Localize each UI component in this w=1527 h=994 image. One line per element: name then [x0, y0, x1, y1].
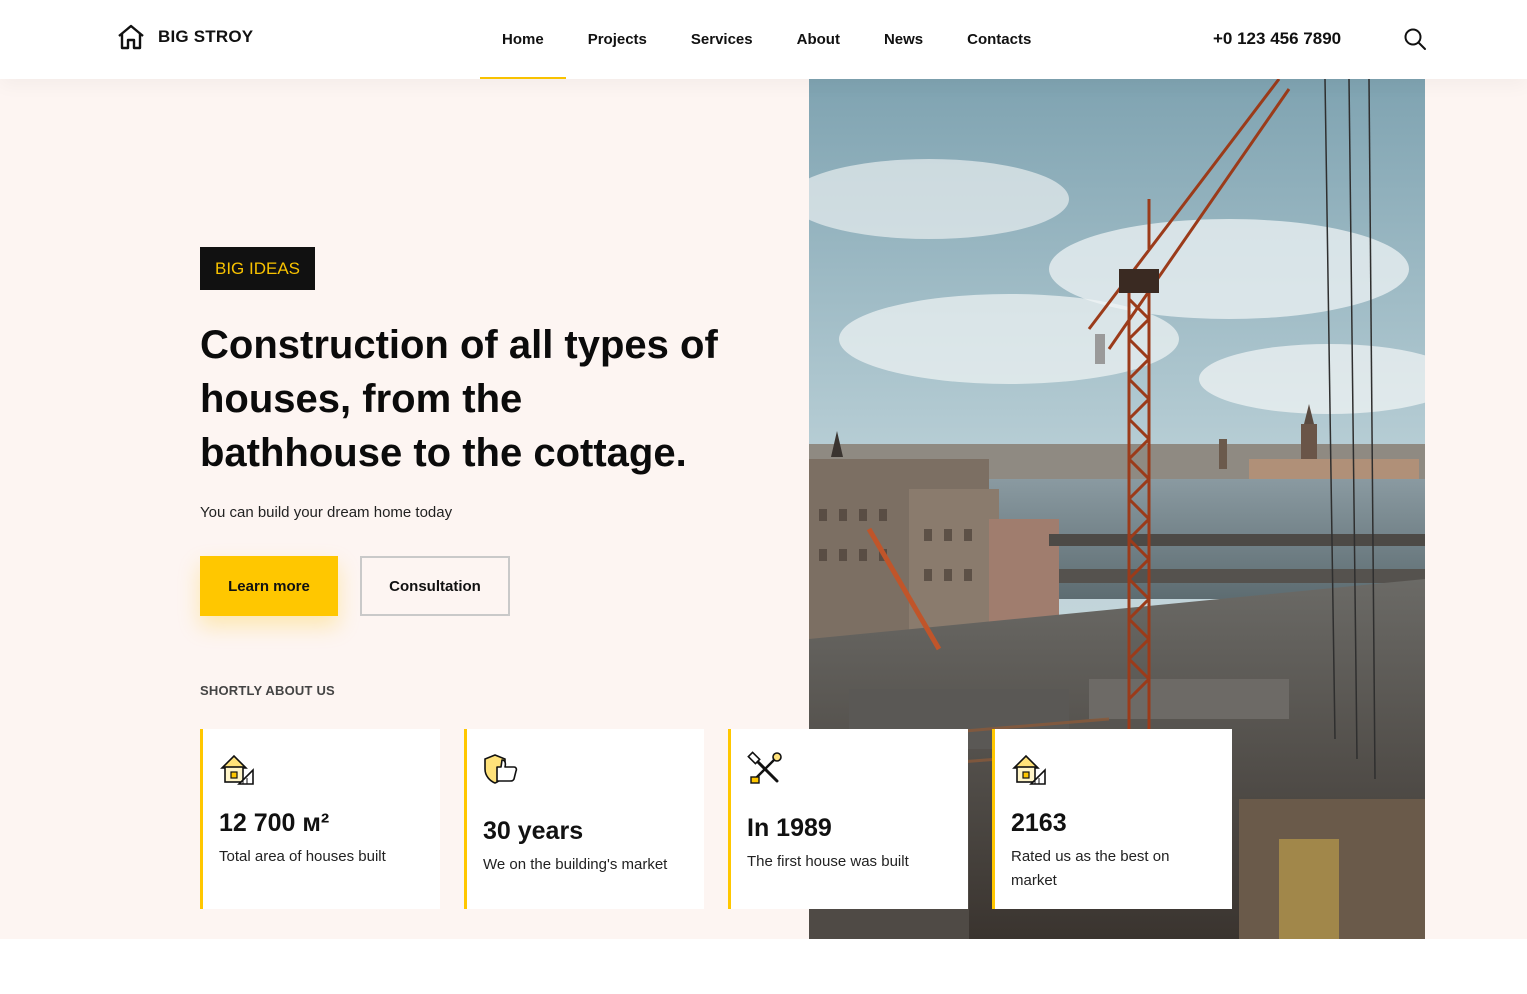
hero-tag: BIG IDEAS — [200, 247, 315, 290]
headline-line-3: bathhouse to the cottage. — [200, 431, 687, 475]
stat-caption: Total area of houses built — [219, 848, 386, 865]
hero-subline: You can build your dream home today — [200, 504, 453, 521]
brand-name: BIG STROY — [158, 27, 254, 46]
stat-caption: Rated us as the best on market — [1011, 848, 1170, 889]
house-plan-icon — [1012, 754, 1046, 785]
nav-contacts[interactable]: Contacts — [945, 0, 1053, 79]
tools-icon — [747, 751, 782, 784]
learn-more-button[interactable]: Learn more — [200, 556, 338, 616]
stat-card-first-house: In 1989 The first house was built — [728, 729, 968, 909]
stat-caption: The first house was built — [747, 853, 909, 870]
stat-value: 12 700 м² — [219, 809, 330, 837]
search-icon[interactable] — [1403, 27, 1427, 51]
consultation-button[interactable]: Consultation — [360, 556, 510, 616]
stat-caption: We on the building's market — [483, 856, 668, 873]
stat-card-area: 12 700 м² Total area of houses built — [200, 729, 440, 909]
headline-line-1: Construction of all types of — [200, 323, 718, 367]
logo[interactable]: BIG STROY — [116, 24, 253, 50]
house-icon — [118, 24, 144, 50]
house-plan-icon — [220, 754, 254, 785]
nav-projects[interactable]: Projects — [566, 0, 669, 79]
stat-value: In 1989 — [747, 814, 832, 842]
site-header: BIG STROY Home Projects Services About N… — [0, 0, 1527, 79]
nav-about[interactable]: About — [775, 0, 862, 79]
stat-card-years: 30 years We on the building's market — [464, 729, 704, 909]
nav-home[interactable]: Home — [480, 0, 566, 79]
about-label: SHORTLY ABOUT US — [200, 683, 335, 698]
main-nav: Home Projects Services About News Contac… — [480, 0, 1053, 79]
stat-value: 2163 — [1011, 809, 1067, 837]
headline-line-2: houses, from the — [200, 377, 523, 421]
nav-services[interactable]: Services — [669, 0, 775, 79]
phone-number[interactable]: +0 123 456 7890 — [1213, 29, 1341, 49]
hero-headline: Construction of all types of houses, fro… — [200, 318, 780, 480]
shield-thumb-icon — [484, 754, 518, 784]
stat-card-rating: 2163 Rated us as the best on market — [992, 729, 1232, 909]
nav-news[interactable]: News — [862, 0, 945, 79]
stat-value: 30 years — [483, 817, 584, 845]
